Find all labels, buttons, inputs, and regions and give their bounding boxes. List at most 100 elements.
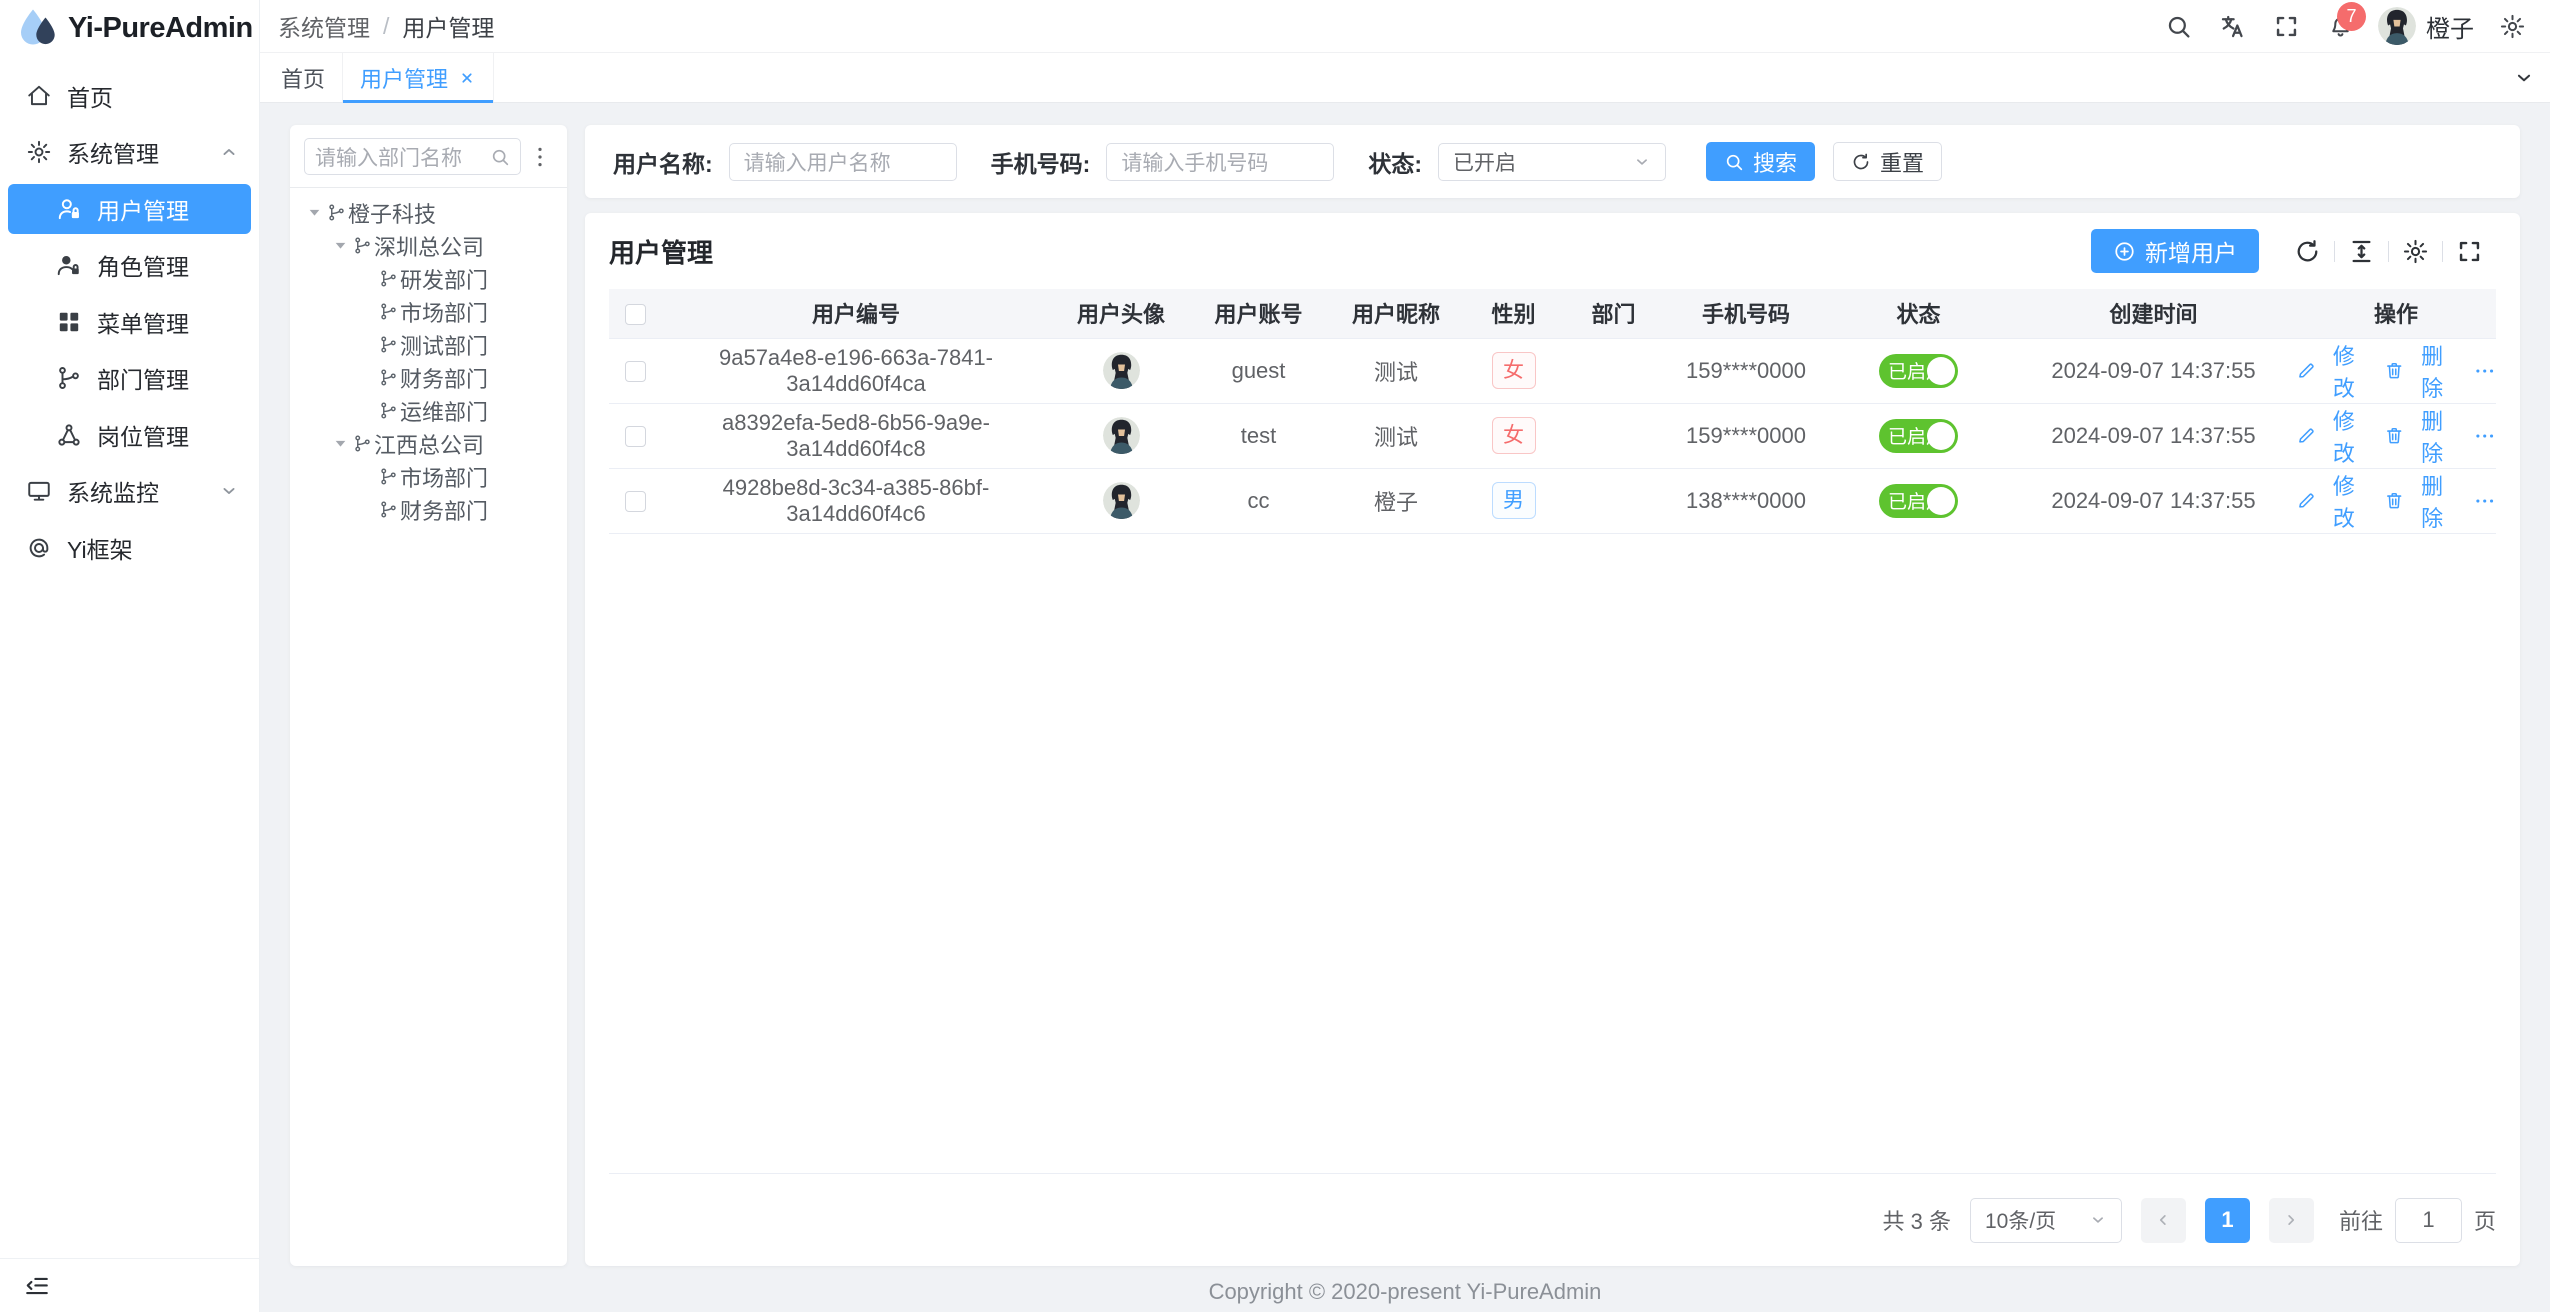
- name-input[interactable]: 请输入用户名称: [729, 143, 957, 181]
- department-cell: [1561, 468, 1666, 533]
- tree-node[interactable]: 运维部门: [304, 394, 553, 427]
- caret-down-icon[interactable]: [330, 235, 351, 256]
- row-density-icon[interactable]: [2348, 238, 2375, 265]
- chevron-up-icon: [219, 142, 239, 162]
- header-actions: 7 橙子: [2154, 2, 2536, 50]
- row-checkbox[interactable]: [625, 361, 646, 382]
- edit-button[interactable]: 修改: [2296, 339, 2365, 403]
- tree-node[interactable]: 江西总公司: [304, 427, 553, 460]
- tabs-menu-button[interactable]: [2498, 53, 2550, 102]
- fullscreen-button[interactable]: [2262, 2, 2310, 50]
- sidebar-item-label: 部门管理: [97, 361, 189, 395]
- sidebar-item-9[interactable]: Yi框架: [0, 523, 259, 573]
- gender-badge: 男: [1492, 482, 1536, 519]
- tree-node[interactable]: 财务部门: [304, 361, 553, 394]
- phone-field-label: 手机号码:: [991, 145, 1091, 179]
- tree-node-label: 市场部门: [400, 461, 488, 493]
- close-icon[interactable]: [458, 69, 476, 87]
- tree-node[interactable]: 深圳总公司: [304, 229, 553, 262]
- status-select-value: 已开启: [1453, 147, 1633, 177]
- page-number-button[interactable]: 1: [2205, 1198, 2250, 1243]
- delete-button[interactable]: 删除: [2384, 339, 2453, 403]
- sidebar-menu: 首页系统管理用户管理角色管理菜单管理部门管理岗位管理系统监控 Yi框架: [0, 56, 259, 1258]
- sidebar-item-2[interactable]: 系统管理: [0, 127, 259, 177]
- sidebar: Yi-PureAdmin 首页系统管理用户管理角色管理菜单管理部门管理岗位管理系…: [0, 0, 260, 1312]
- divider: [2334, 241, 2335, 262]
- sidebar-item-4[interactable]: 角色管理: [0, 240, 259, 290]
- logo[interactable]: Yi-PureAdmin: [0, 0, 259, 56]
- tree-node-label: 橙子科技: [348, 197, 436, 229]
- phone-input-placeholder: 请输入手机号码: [1121, 147, 1268, 177]
- account-cell: cc: [1191, 468, 1326, 533]
- collapse-sidebar-icon[interactable]: [24, 1273, 50, 1299]
- next-page-button[interactable]: [2269, 1198, 2314, 1243]
- user-menu[interactable]: 橙子: [2370, 7, 2482, 45]
- app-root: Yi-PureAdmin 首页系统管理用户管理角色管理菜单管理部门管理岗位管理系…: [0, 0, 2550, 1312]
- department-search-input[interactable]: 请输入部门名称: [304, 138, 521, 175]
- status-toggle[interactable]: 已启用: [1879, 354, 1958, 388]
- circle-plus-icon: [2113, 240, 2136, 263]
- tree-node[interactable]: 市场部门: [304, 460, 553, 493]
- row-checkbox[interactable]: [625, 491, 646, 512]
- translate-icon: [2219, 13, 2246, 40]
- status-toggle[interactable]: 已启用: [1879, 419, 1958, 453]
- edit-button[interactable]: 修改: [2296, 404, 2365, 468]
- reset-button[interactable]: 重置: [1833, 142, 1942, 181]
- sidebar-item-6[interactable]: 部门管理: [0, 353, 259, 403]
- status-select[interactable]: 已开启: [1438, 143, 1666, 181]
- tree-node[interactable]: 研发部门: [304, 262, 553, 295]
- delete-button[interactable]: 删除: [2384, 469, 2453, 533]
- tree-node[interactable]: 测试部门: [304, 328, 553, 361]
- department-tree-panel: 请输入部门名称 橙子科技深圳总公司研发部门市场部门测试部门财务部门运维部门江西总…: [290, 125, 567, 1266]
- more-actions-button[interactable]: [2473, 424, 2496, 448]
- more-actions-button[interactable]: [2473, 489, 2496, 513]
- edit-button[interactable]: 修改: [2296, 469, 2365, 533]
- table-fullscreen-icon[interactable]: [2456, 238, 2483, 265]
- divider: [2442, 241, 2443, 262]
- more-actions-button[interactable]: [2473, 359, 2496, 383]
- search-icon: [490, 147, 510, 167]
- sidebar-item-8[interactable]: 系统监控: [0, 466, 259, 516]
- sidebar-item-label: 菜单管理: [97, 305, 189, 339]
- breadcrumb-item[interactable]: 系统管理: [278, 9, 370, 43]
- row-checkbox[interactable]: [625, 426, 646, 447]
- column-settings-icon[interactable]: [2402, 238, 2429, 265]
- nickname-cell: 测试: [1326, 403, 1466, 468]
- status-toggle[interactable]: 已启用: [1879, 484, 1958, 518]
- tree-node-label: 市场部门: [400, 296, 488, 328]
- tree-node[interactable]: 橙子科技: [304, 196, 553, 229]
- tree-more-icon[interactable]: [527, 144, 553, 170]
- tree-node[interactable]: 市场部门: [304, 295, 553, 328]
- sidebar-bottom-bar: [0, 1258, 259, 1312]
- row-actions: 修改删除: [2296, 339, 2496, 403]
- tab-1[interactable]: 首页: [264, 53, 343, 102]
- add-user-button[interactable]: 新增用户: [2091, 229, 2259, 273]
- prev-page-button[interactable]: [2141, 1198, 2186, 1243]
- search-submit-button[interactable]: 搜索: [1706, 142, 1815, 181]
- delete-button[interactable]: 删除: [2384, 404, 2453, 468]
- translate-button[interactable]: [2208, 2, 2256, 50]
- user-avatar: [1103, 352, 1140, 389]
- notification-button[interactable]: 7: [2316, 2, 2364, 50]
- sidebar-item-7[interactable]: 岗位管理: [0, 410, 259, 460]
- search-button[interactable]: [2154, 2, 2202, 50]
- goto-page-input[interactable]: 1: [2395, 1198, 2462, 1243]
- account-cell: guest: [1191, 338, 1326, 403]
- branch-icon: [379, 335, 398, 354]
- tree-search-row: 请输入部门名称: [304, 138, 553, 175]
- sidebar-item-3[interactable]: 用户管理: [8, 184, 251, 234]
- tab-2[interactable]: 用户管理: [343, 53, 494, 102]
- page-size-select[interactable]: 10条/页: [1970, 1198, 2122, 1243]
- phone-cell: 159****0000: [1666, 338, 1826, 403]
- refresh-table-icon[interactable]: [2294, 238, 2321, 265]
- caret-down-icon[interactable]: [330, 433, 351, 454]
- grid-icon: [56, 309, 82, 335]
- caret-down-icon[interactable]: [304, 202, 325, 223]
- tree-node[interactable]: 财务部门: [304, 493, 553, 526]
- sidebar-item-5[interactable]: 菜单管理: [0, 297, 259, 347]
- settings-button[interactable]: [2488, 2, 2536, 50]
- phone-input[interactable]: 请输入手机号码: [1106, 143, 1334, 181]
- select-all-checkbox[interactable]: [625, 304, 646, 325]
- sidebar-item-1[interactable]: 首页: [0, 71, 259, 121]
- tree-node-label: 研发部门: [400, 263, 488, 295]
